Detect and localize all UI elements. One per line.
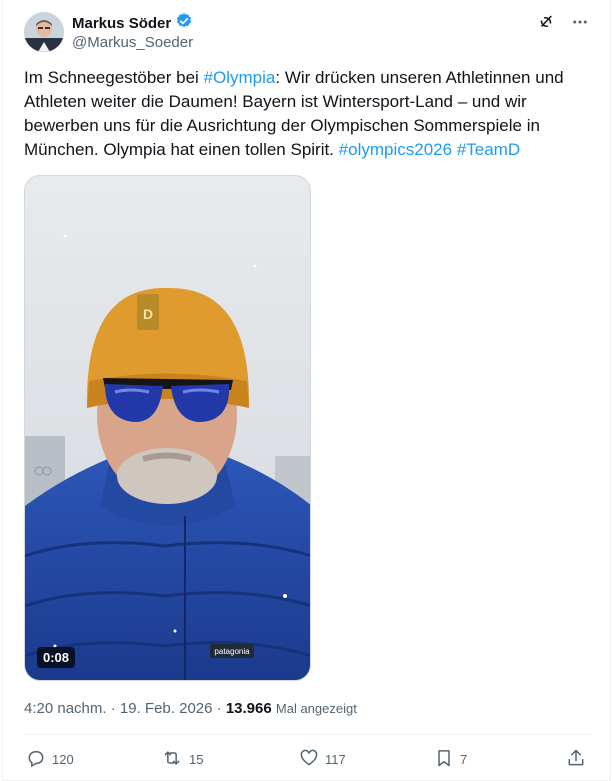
view-count: 13.966 [225, 700, 272, 717]
more-icon[interactable] [570, 12, 590, 32]
svg-text:D: D [143, 306, 153, 322]
tweet-time[interactable]: 4:20 nachm. [24, 700, 107, 717]
heart-icon [299, 748, 319, 771]
reply-count: 120 [52, 752, 74, 767]
grok-icon[interactable] [536, 12, 556, 32]
reply-icon [26, 748, 46, 771]
tweet-meta: 4:20 nachm. · 19. Feb. 2026 · 13.966 Mal… [24, 700, 357, 717]
bookmark-button[interactable]: 7 [434, 748, 467, 771]
bookmark-count: 7 [460, 752, 468, 767]
meta-separator: · [216, 700, 222, 717]
jacket-brand-label: patagonia [214, 647, 250, 656]
divider [24, 734, 592, 735]
video-duration-badge: 0:08 [37, 647, 76, 668]
tweet-text-segment: Im Schneegestöber bei [24, 68, 204, 87]
meta-separator: · [110, 700, 116, 717]
hashtag-teamd[interactable]: #TeamD [457, 140, 520, 159]
action-bar: 120 15 117 7 [24, 748, 592, 776]
author-handle[interactable]: @Markus_Soeder [72, 34, 193, 51]
hashtag-olympics2026[interactable]: #olympics2026 [339, 140, 452, 159]
tweet-card: Markus Söder @Markus_Soeder Im Schneeges… [2, 0, 611, 781]
reply-button[interactable]: 120 [26, 748, 74, 771]
bookmark-icon [434, 748, 454, 771]
repost-button[interactable]: 15 [161, 748, 203, 771]
like-count: 117 [325, 752, 346, 767]
view-count-label: Mal angezeigt [275, 701, 357, 716]
author-name[interactable]: Markus Söder [72, 15, 171, 32]
avatar[interactable] [24, 12, 64, 52]
share-icon [566, 748, 586, 771]
hashtag-olympia[interactable]: #Olympia [204, 68, 276, 87]
like-button[interactable]: 117 [299, 748, 346, 771]
tweet-date[interactable]: 19. Feb. 2026 [120, 700, 213, 717]
verified-badge-icon [175, 12, 193, 35]
tweet-text: Im Schneegestöber bei #Olympia: Wir drüc… [24, 66, 594, 162]
share-button[interactable] [566, 748, 586, 771]
repost-icon [161, 748, 183, 771]
video-thumbnail: patagonia D [25, 176, 310, 680]
video-player[interactable]: patagonia D 0:08 [24, 175, 311, 681]
repost-count: 15 [189, 752, 204, 767]
